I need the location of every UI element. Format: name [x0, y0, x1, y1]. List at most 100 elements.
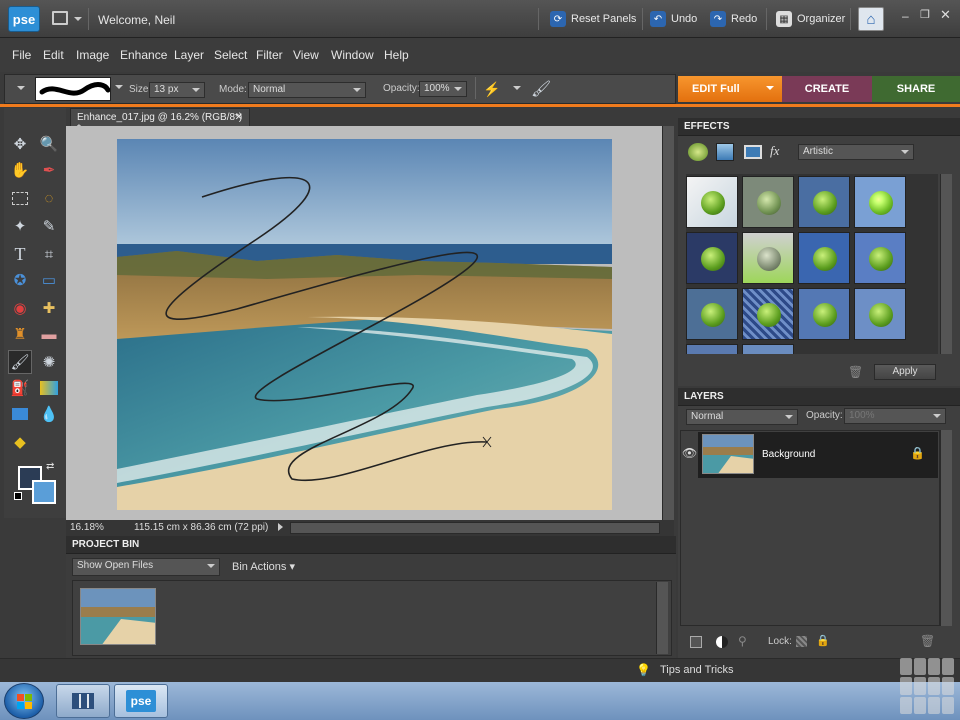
- lasso-tool-icon[interactable]: ◌: [37, 186, 61, 210]
- view-switcher-icon[interactable]: [52, 11, 68, 25]
- hand-tool-icon[interactable]: ✋: [8, 158, 32, 182]
- reset-panels-button[interactable]: ⟳ Reset Panels: [550, 7, 636, 31]
- brush-dropdown-icon[interactable]: [115, 85, 123, 89]
- tab-create[interactable]: CREATE: [782, 76, 872, 102]
- document-tab-close-icon[interactable]: ✕: [235, 112, 243, 123]
- effect-thumb-8[interactable]: [854, 232, 906, 284]
- bin-actions-menu[interactable]: Bin Actions ▾: [232, 560, 295, 573]
- menu-filter[interactable]: Filter: [256, 48, 283, 62]
- gradient-tool-icon[interactable]: [37, 376, 61, 400]
- effect-thumb-6[interactable]: [742, 232, 794, 284]
- home-button[interactable]: ⌂: [858, 7, 884, 31]
- effect-thumb-9[interactable]: [686, 288, 738, 340]
- magic-wand-tool-icon[interactable]: ✦: [8, 214, 32, 238]
- app-logo[interactable]: pse: [8, 6, 40, 32]
- airbrush-dropdown-icon[interactable]: [513, 86, 521, 90]
- document-tab[interactable]: Enhance_017.jpg @ 16.2% (RGB/8*) * ✕: [70, 108, 250, 134]
- airbrush-icon[interactable]: ⚡: [483, 81, 500, 98]
- type-tool-icon[interactable]: T: [8, 242, 32, 266]
- effect-thumb-2[interactable]: [742, 176, 794, 228]
- effect-thumb-12[interactable]: [854, 288, 906, 340]
- organizer-button[interactable]: ▦ Organizer: [776, 7, 845, 31]
- lock-transparency-icon[interactable]: [796, 636, 807, 647]
- menu-help[interactable]: Help: [384, 48, 409, 62]
- effect-thumb-3[interactable]: [798, 176, 850, 228]
- status-menu-icon[interactable]: [278, 523, 283, 531]
- effect-thumb-5[interactable]: [686, 232, 738, 284]
- effect-thumb-7[interactable]: [798, 232, 850, 284]
- menu-image[interactable]: Image: [76, 48, 109, 62]
- undo-button[interactable]: ↶ Undo: [650, 7, 697, 31]
- photo-canvas[interactable]: [117, 139, 612, 510]
- paint-bucket-tool-icon[interactable]: ⛽: [8, 376, 32, 400]
- effects-trash-icon[interactable]: 🗑: [848, 365, 863, 379]
- tablet-brush-icon[interactable]: 🖌: [531, 79, 551, 99]
- effect-thumb-11[interactable]: [798, 288, 850, 340]
- apply-button[interactable]: Apply: [874, 364, 936, 380]
- all-effects-icon[interactable]: fx: [770, 143, 788, 161]
- effects-category-select[interactable]: Artistic: [798, 144, 914, 160]
- red-eye-tool-icon[interactable]: ◉: [8, 296, 32, 320]
- quick-selection-tool-icon[interactable]: ✎: [37, 214, 61, 238]
- options-menu-icon[interactable]: [17, 86, 25, 90]
- mode-select[interactable]: Normal: [248, 82, 366, 98]
- adjustment-layer-icon[interactable]: [716, 636, 728, 648]
- straighten-tool-icon[interactable]: ▭: [37, 268, 61, 292]
- document-horizontal-scrollbar[interactable]: [290, 522, 660, 534]
- menu-select[interactable]: Select: [214, 48, 247, 62]
- photo-effects-icon[interactable]: [744, 145, 762, 159]
- redo-button[interactable]: ↷ Redo: [710, 7, 757, 31]
- background-color-swatch[interactable]: [32, 480, 56, 504]
- new-layer-icon[interactable]: [690, 636, 702, 648]
- layer-row-background[interactable]: Background 🔒: [698, 432, 938, 478]
- effect-thumb-14[interactable]: [742, 344, 794, 354]
- menu-file[interactable]: File: [12, 48, 31, 62]
- effect-thumb-4[interactable]: [854, 176, 906, 228]
- swap-colors-icon[interactable]: ⇄: [46, 461, 54, 472]
- delete-layer-icon[interactable]: 🗑: [920, 634, 935, 648]
- taskbar-pse-button[interactable]: pse: [114, 684, 168, 718]
- layer-styles-icon[interactable]: [716, 143, 734, 161]
- cookie-cutter-tool-icon[interactable]: ✪: [8, 268, 32, 292]
- tips-and-tricks-link[interactable]: Tips and Tricks: [660, 664, 734, 676]
- sponge-tool-icon[interactable]: ◆: [8, 430, 32, 454]
- tab-edit[interactable]: EDIT Full: [678, 76, 782, 102]
- start-button[interactable]: [4, 683, 44, 719]
- menu-view[interactable]: View: [293, 48, 319, 62]
- opacity-field[interactable]: 100%: [419, 81, 467, 97]
- effect-thumb-10[interactable]: [742, 288, 794, 340]
- bin-scrollbar[interactable]: [656, 582, 668, 654]
- crop-tool-icon[interactable]: ⌗: [37, 242, 61, 266]
- menu-edit[interactable]: Edit: [43, 48, 64, 62]
- close-icon[interactable]: ✕: [940, 7, 951, 23]
- minimize-icon[interactable]: –: [902, 9, 909, 23]
- smart-brush-tool-icon[interactable]: ✺: [37, 350, 61, 374]
- brush-preview[interactable]: [35, 77, 111, 101]
- effects-scrollbar[interactable]: [940, 174, 952, 354]
- shape-tool-icon[interactable]: [8, 402, 32, 426]
- bin-show-select[interactable]: Show Open Files: [72, 558, 220, 576]
- effect-thumb-13[interactable]: [686, 344, 738, 354]
- clone-stamp-tool-icon[interactable]: ♜: [8, 322, 32, 346]
- healing-brush-tool-icon[interactable]: ✚: [37, 296, 61, 320]
- brush-tool-icon[interactable]: 🖌: [8, 350, 32, 374]
- eraser-tool-icon[interactable]: ▬: [37, 322, 61, 346]
- menu-window[interactable]: Window: [331, 48, 374, 62]
- chevron-down-icon[interactable]: [74, 17, 82, 21]
- menu-enhance[interactable]: Enhance: [120, 48, 167, 62]
- layer-opacity-field[interactable]: 100%: [844, 408, 946, 424]
- move-tool-icon[interactable]: ✥: [8, 132, 32, 156]
- restore-icon[interactable]: ❐: [920, 8, 930, 21]
- eyedropper-tool-icon[interactable]: ✒: [37, 158, 61, 182]
- menu-layer[interactable]: Layer: [174, 48, 204, 62]
- effect-thumb-1[interactable]: [686, 176, 738, 228]
- lock-all-icon[interactable]: 🔒: [816, 634, 830, 647]
- zoom-readout[interactable]: 16.18%: [70, 522, 104, 533]
- tab-share[interactable]: SHARE: [872, 76, 960, 102]
- layer-visibility-eye-icon[interactable]: 👁: [682, 446, 697, 460]
- zoom-tool-icon[interactable]: 🔍: [37, 132, 61, 156]
- marquee-tool-icon[interactable]: [8, 186, 32, 210]
- edit-dropdown-icon[interactable]: [766, 86, 774, 90]
- taskbar-organizer-button[interactable]: [56, 684, 110, 718]
- blur-tool-icon[interactable]: 💧: [37, 402, 61, 426]
